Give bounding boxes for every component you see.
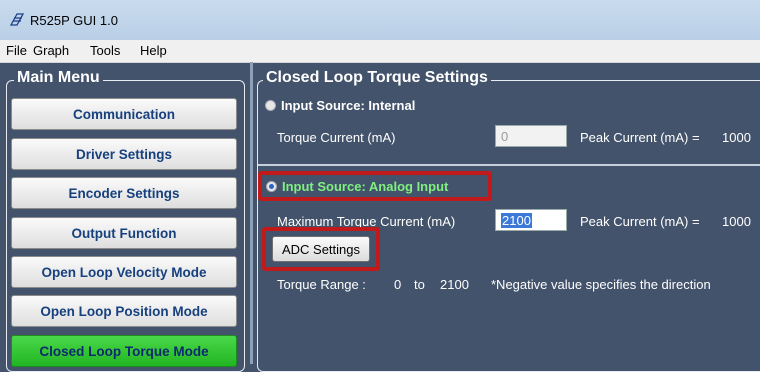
peak-current-label-internal: Peak Current (mA) = xyxy=(580,130,700,145)
menu-graph[interactable]: Graph xyxy=(33,43,69,58)
window-title: R525P GUI 1.0 xyxy=(30,13,118,28)
max-torque-input[interactable]: 2100 xyxy=(495,209,567,231)
peak-current-value-analog: 1000 xyxy=(722,214,751,229)
peak-current-label-analog: Peak Current (mA) = xyxy=(580,214,700,229)
menu-help[interactable]: Help xyxy=(140,43,167,58)
nav-driver-settings[interactable]: Driver Settings xyxy=(11,138,237,170)
window-titlebar: R525P GUI 1.0 xyxy=(0,0,760,40)
nav-open-loop-position[interactable]: Open Loop Position Mode xyxy=(11,295,237,327)
menu-tools[interactable]: Tools xyxy=(90,43,120,58)
menu-bar: File Graph Tools Help xyxy=(0,40,760,63)
radio-analog-circle[interactable] xyxy=(266,181,277,192)
nav-communication[interactable]: Communication xyxy=(11,98,237,130)
nav-open-loop-velocity[interactable]: Open Loop Velocity Mode xyxy=(11,256,237,288)
main-menu-title: Main Menu xyxy=(14,69,103,87)
app-logo-icon xyxy=(9,13,25,26)
nav-closed-loop-torque[interactable]: Closed Loop Torque Mode xyxy=(11,335,237,367)
nav-encoder-settings[interactable]: Encoder Settings xyxy=(11,177,237,209)
radio-internal[interactable]: Input Source: Internal xyxy=(265,98,415,113)
peak-current-value-internal: 1000 xyxy=(722,130,751,145)
torque-settings-title: Closed Loop Torque Settings xyxy=(263,69,491,87)
menu-file[interactable]: File xyxy=(6,43,27,58)
panel-splitter[interactable] xyxy=(250,62,253,364)
torque-range-min: 0 xyxy=(394,277,402,292)
adc-settings-button[interactable]: ADC Settings xyxy=(272,236,370,262)
radio-analog-input[interactable]: Input Source: Analog Input xyxy=(266,179,448,194)
nav-output-function[interactable]: Output Function xyxy=(11,217,237,249)
radio-internal-circle[interactable] xyxy=(265,100,276,111)
torque-range-max: 2100 xyxy=(440,277,469,292)
torque-range-label: Torque Range : xyxy=(277,277,366,292)
radio-analog-label: Input Source: Analog Input xyxy=(282,179,449,194)
section-divider xyxy=(258,164,760,166)
radio-internal-label: Input Source: Internal xyxy=(281,98,416,113)
torque-range-to: to xyxy=(414,277,425,292)
torque-current-label: Torque Current (mA) xyxy=(277,130,396,145)
direction-note: *Negative value specifies the direction xyxy=(491,277,711,292)
torque-current-input[interactable]: 0 xyxy=(495,125,567,147)
